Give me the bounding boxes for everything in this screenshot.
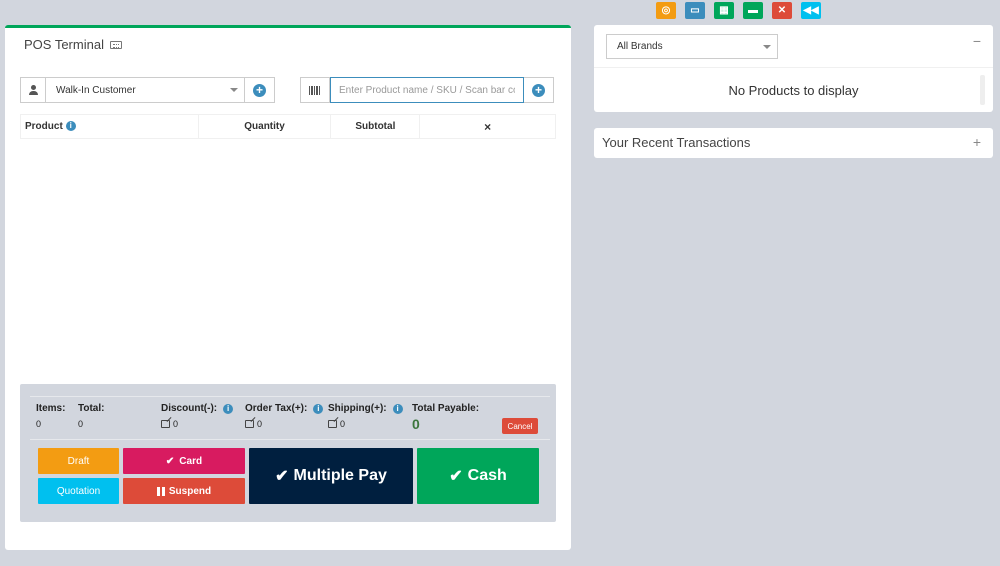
customer-select[interactable]: Walk-In Customer (46, 77, 245, 103)
edit-tax-icon[interactable] (245, 420, 254, 428)
product-search-group: + (300, 77, 554, 103)
multiple-pay-button[interactable]: ✔ Multiple Pay (249, 448, 413, 504)
products-panel: All Brands − No Products to display (594, 25, 993, 112)
discount-value: 0 (173, 419, 179, 429)
customer-addon (20, 77, 46, 103)
add-customer-button[interactable]: + (245, 77, 275, 103)
check-icon: ✔ (449, 468, 463, 485)
pos-title-text: POS Terminal (24, 37, 104, 52)
plus-circle-icon: + (532, 83, 545, 97)
suspend-label: Suspend (168, 485, 212, 497)
draft-button[interactable]: Draft (38, 448, 119, 474)
edit-discount-icon[interactable] (161, 420, 170, 428)
collapse-icon[interactable]: − (973, 33, 981, 49)
keyboard-icon[interactable] (109, 40, 122, 49)
items-value: 0 (36, 419, 42, 429)
discount-label: Discount(-): (161, 403, 218, 414)
card-button[interactable]: ✔ Card (123, 448, 245, 474)
info-icon[interactable]: i (392, 403, 403, 414)
payable-value: 0 (412, 416, 420, 432)
barcode-icon (309, 85, 321, 95)
rewind-icon[interactable]: ◀◀ (801, 2, 821, 19)
tax-value-row: 0 (245, 419, 323, 429)
payable-total: Total Payable: 0 (412, 403, 479, 432)
remove-column-header: × (419, 114, 556, 139)
info-icon[interactable]: i (65, 121, 76, 132)
calculator-icon[interactable]: ▦ (714, 2, 734, 19)
items-label: Items: (36, 403, 66, 414)
check-icon: ✔ (275, 468, 289, 485)
total-label: Total: (78, 403, 105, 414)
scrollbar[interactable] (980, 75, 985, 105)
close-icon[interactable]: ✕ (772, 2, 792, 19)
shipping-value-row: 0 (328, 419, 403, 429)
customer-value: Walk-In Customer (56, 84, 136, 96)
recent-transactions-panel[interactable]: Your Recent Transactions + (594, 128, 993, 158)
tax-value: 0 (257, 419, 263, 429)
chevron-down-icon (230, 88, 238, 92)
shipping-label: Shipping(+): (328, 403, 387, 414)
brand-filter-value: All Brands (617, 41, 663, 52)
subtotal-column-header: Subtotal (330, 114, 421, 139)
discount-total: Discount(-): i 0 (161, 403, 234, 429)
product-column-header: Product i (20, 114, 199, 139)
pos-title: POS Terminal (24, 37, 122, 52)
totals-row: Items: 0 Total: 0 Discount(-): i 0 Order … (30, 396, 550, 440)
add-product-button[interactable]: + (524, 77, 554, 103)
items-total: Items: 0 (36, 403, 65, 429)
no-products-message: No Products to display (728, 83, 859, 98)
target-icon[interactable]: ◎ (656, 2, 676, 19)
brand-filter-select[interactable]: All Brands (606, 34, 778, 59)
plus-circle-icon: + (253, 83, 266, 97)
recent-transactions-title: Your Recent Transactions (602, 135, 751, 150)
window-icon[interactable]: ▭ (685, 2, 705, 19)
barcode-addon (300, 77, 330, 103)
suspend-button[interactable]: Suspend (123, 478, 245, 504)
cash-label: Cash (467, 467, 507, 484)
info-icon[interactable]: i (313, 403, 324, 414)
shipping-label-row: Shipping(+): i (328, 403, 403, 414)
cash-button[interactable]: ✔ Cash (417, 448, 539, 504)
discount-value-row: 0 (161, 419, 233, 429)
cart-table: Product i Quantity Subtotal × (20, 114, 556, 139)
card-label: Card (179, 455, 203, 467)
shipping-value: 0 (340, 419, 346, 429)
tax-label-row: Order Tax(+): i (245, 403, 324, 414)
tax-label: Order Tax(+): (245, 403, 308, 414)
tax-total: Order Tax(+): i 0 (245, 403, 324, 429)
customer-group: Walk-In Customer + (20, 77, 275, 103)
divider (594, 67, 993, 68)
payable-label: Total Payable: (412, 403, 480, 414)
multiple-pay-label: Multiple Pay (293, 467, 387, 484)
expand-icon[interactable]: + (973, 134, 981, 150)
chevron-down-icon (763, 44, 771, 49)
discount-label-row: Discount(-): i (161, 403, 234, 414)
pause-icon (156, 486, 165, 496)
pos-terminal-panel: POS Terminal Walk-In Customer + + Produc… (5, 25, 571, 550)
briefcase-icon[interactable]: ▬ (743, 2, 763, 19)
edit-shipping-icon[interactable] (328, 420, 337, 428)
total-value: 0 (78, 419, 84, 429)
top-toolbar: ◎ ▭ ▦ ▬ ✕ ◀◀ (656, 2, 821, 19)
info-icon[interactable]: i (223, 403, 234, 414)
user-icon (28, 85, 38, 95)
product-header-label: Product (25, 121, 63, 132)
quantity-column-header: Quantity (197, 114, 332, 139)
shipping-total: Shipping(+): i 0 (328, 403, 403, 429)
cancel-button[interactable]: Cancel (502, 418, 538, 434)
check-icon: ✔ (165, 455, 175, 467)
total-amount: Total: 0 (78, 403, 104, 429)
quotation-button[interactable]: Quotation (38, 478, 119, 504)
product-search-input[interactable] (330, 77, 524, 103)
pos-footer: Items: 0 Total: 0 Discount(-): i 0 Order … (20, 384, 556, 522)
